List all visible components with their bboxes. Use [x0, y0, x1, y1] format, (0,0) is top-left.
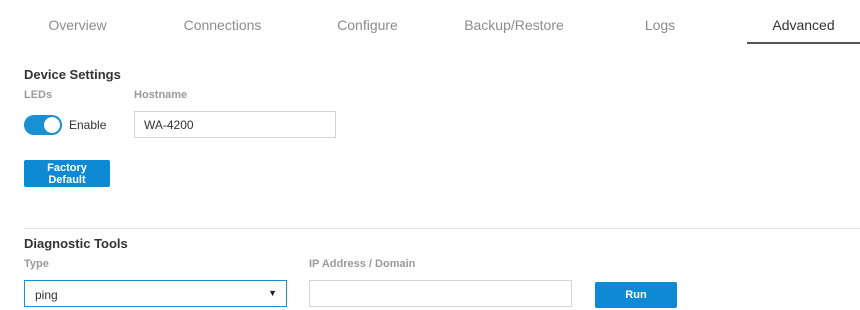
- factory-default-button[interactable]: Factory Default: [24, 160, 110, 187]
- tab-backup-restore[interactable]: Backup/Restore: [455, 0, 573, 44]
- type-select[interactable]: ping ▼: [24, 280, 287, 307]
- type-select-value: ping: [35, 288, 58, 302]
- device-settings-title: Device Settings: [24, 67, 121, 82]
- section-divider: [24, 228, 860, 229]
- tab-configure[interactable]: Configure: [315, 0, 420, 44]
- tab-bar: Overview Connections Configure Backup/Re…: [0, 0, 860, 44]
- leds-label: LEDs: [24, 89, 53, 101]
- tab-advanced[interactable]: Advanced: [747, 0, 860, 44]
- ip-address-input[interactable]: [309, 280, 572, 307]
- tab-connections[interactable]: Connections: [165, 0, 280, 44]
- tab-overview[interactable]: Overview: [25, 0, 130, 44]
- leds-toggle-label: Enable: [69, 118, 107, 132]
- toggle-knob: [44, 117, 60, 133]
- tab-logs[interactable]: Logs: [610, 0, 710, 44]
- active-tab-indicator: [747, 42, 860, 44]
- run-button[interactable]: Run: [595, 282, 677, 308]
- ip-address-label: IP Address / Domain: [309, 258, 416, 270]
- leds-toggle[interactable]: [24, 115, 62, 135]
- hostname-input[interactable]: [134, 111, 336, 138]
- type-label: Type: [24, 258, 49, 270]
- diagnostic-tools-title: Diagnostic Tools: [24, 236, 128, 251]
- caret-down-icon: ▼: [268, 288, 277, 298]
- hostname-label: Hostname: [134, 89, 188, 101]
